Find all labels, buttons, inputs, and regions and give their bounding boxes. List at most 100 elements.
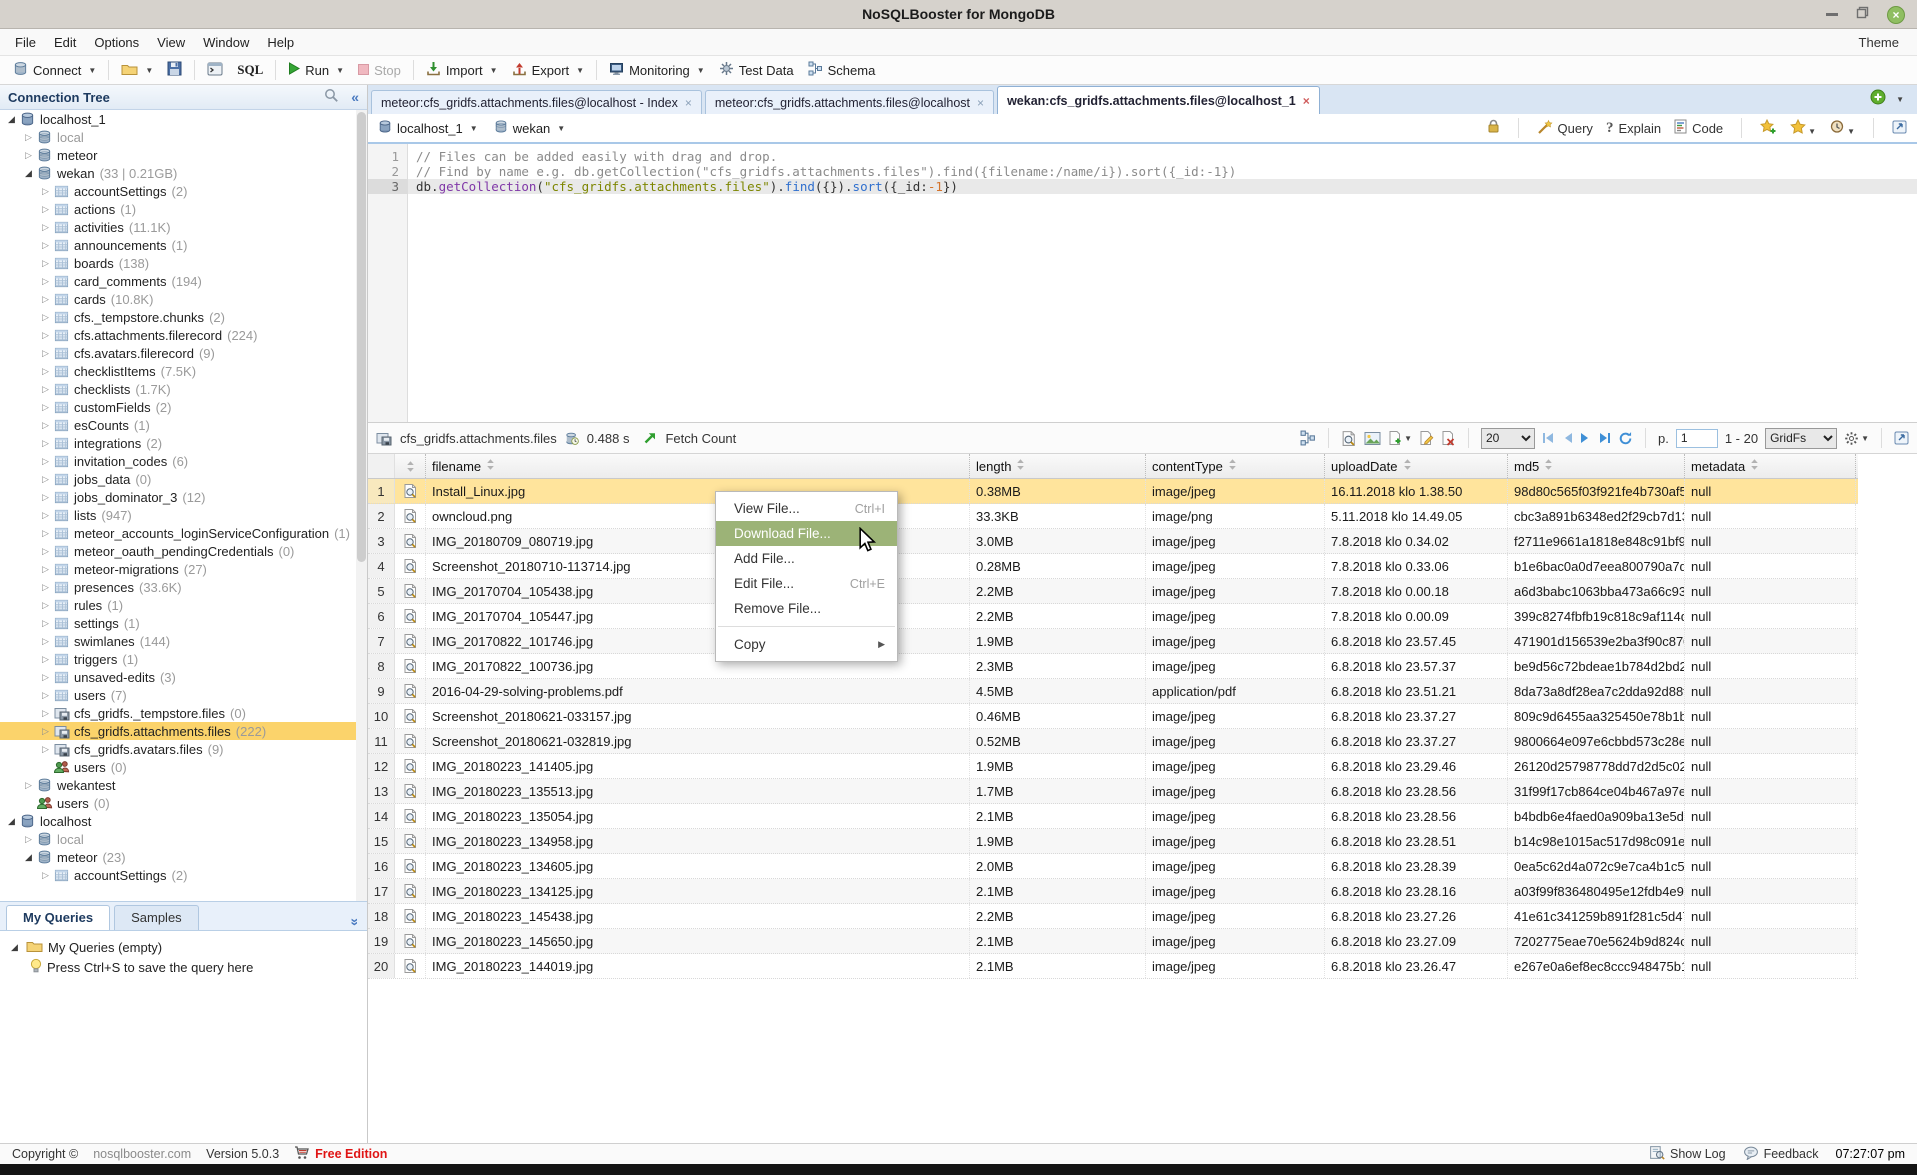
expand-icon[interactable]: ▷ xyxy=(39,384,52,395)
tree-item-escounts[interactable]: ▷esCounts(1) xyxy=(0,416,356,434)
expand-icon[interactable]: ▷ xyxy=(39,294,52,305)
expand-icon[interactable]: ▷ xyxy=(22,834,35,845)
explain-button[interactable]: ? Explain xyxy=(1606,120,1661,137)
tree-item-checklists[interactable]: ▷checklists(1.7K) xyxy=(0,380,356,398)
tree-item-card-comments[interactable]: ▷card_comments(194) xyxy=(0,272,356,290)
preview-file-icon[interactable] xyxy=(395,804,426,828)
query-wizard-button[interactable]: Query xyxy=(1537,119,1593,138)
expand-icon[interactable]: ▷ xyxy=(39,636,52,647)
expand-icon[interactable]: ▷ xyxy=(39,402,52,413)
tab-close-icon[interactable]: × xyxy=(685,96,692,110)
tab-meteor-cfs-gridfs-attachments-files-loca[interactable]: meteor:cfs_gridfs.attachments.files@loca… xyxy=(705,90,994,114)
database-selector[interactable]: wekan▼ xyxy=(494,119,566,137)
tree-item-checklistitems[interactable]: ▷checklistItems(7.5K) xyxy=(0,362,356,380)
show-image-icon[interactable] xyxy=(1364,431,1381,446)
page-size-select[interactable]: 20 xyxy=(1481,428,1535,449)
tree-item-activities[interactable]: ▷activities(11.1K) xyxy=(0,218,356,236)
expand-icon[interactable]: ▷ xyxy=(39,672,52,683)
tree-item-accountsettings[interactable]: ▷accountSettings(2) xyxy=(0,182,356,200)
preview-file-icon[interactable] xyxy=(395,604,426,628)
expand-icon[interactable]: ▷ xyxy=(39,474,52,485)
collapse-icon[interactable]: ◢ xyxy=(22,852,35,863)
preview-file-icon[interactable] xyxy=(395,829,426,853)
table-row[interactable]: 6IMG_20170704_105447.jpg2.2MBimage/jpeg7… xyxy=(368,604,1858,629)
maximize-results-icon[interactable] xyxy=(1894,431,1909,445)
tree-item-triggers[interactable]: ▷triggers(1) xyxy=(0,650,356,668)
history-icon[interactable]: ▼ xyxy=(1829,119,1855,137)
table-row[interactable]: 1Install_Linux.jpg0.38MBimage/jpeg16.11.… xyxy=(368,479,1858,504)
tree-item-meteor[interactable]: ◢meteor(23) xyxy=(0,848,356,866)
tree-item-integrations[interactable]: ▷integrations(2) xyxy=(0,434,356,452)
preview-file-icon[interactable] xyxy=(395,879,426,903)
preview-file-icon[interactable] xyxy=(395,629,426,653)
preview-file-icon[interactable] xyxy=(395,754,426,778)
preview-file-icon[interactable] xyxy=(395,529,426,553)
tree-item-local[interactable]: ▷local xyxy=(0,128,356,146)
tree-item-localhost-1[interactable]: ◢localhost_1 xyxy=(0,110,356,128)
expand-icon[interactable]: ▷ xyxy=(39,186,52,197)
expand-icon[interactable]: ▷ xyxy=(39,348,52,359)
tree-item-users[interactable]: users(0) xyxy=(0,794,356,812)
theme-menu[interactable]: Theme xyxy=(1847,35,1911,50)
tree-item-invitation-codes[interactable]: ▷invitation_codes(6) xyxy=(0,452,356,470)
expand-icon[interactable]: ▷ xyxy=(39,618,52,629)
tree-item-boards[interactable]: ▷boards(138) xyxy=(0,254,356,272)
table-row[interactable]: 3IMG_20180709_080719.jpg3.0MBimage/jpeg7… xyxy=(368,529,1858,554)
restore-button[interactable] xyxy=(1856,6,1869,24)
view-mode-select[interactable]: GridFs xyxy=(1765,428,1837,449)
tree-item-users[interactable]: users(0) xyxy=(0,758,356,776)
tree-scrollbar-thumb[interactable] xyxy=(357,112,366,562)
table-row[interactable]: 14IMG_20180223_135054.jpg2.1MBimage/jpeg… xyxy=(368,804,1858,829)
test-data-button[interactable]: Test Data xyxy=(712,58,801,82)
expand-icon[interactable]: ▷ xyxy=(39,726,52,737)
preview-file-icon[interactable] xyxy=(395,954,426,978)
table-row[interactable]: 8IMG_20170822_100736.jpg2.3MBimage/jpeg6… xyxy=(368,654,1858,679)
tree-item-customfields[interactable]: ▷customFields(2) xyxy=(0,398,356,416)
expand-icon[interactable]: ▷ xyxy=(39,240,52,251)
collapse-panel-icon[interactable]: « xyxy=(345,914,365,926)
site-label[interactable]: nosqlbooster.com xyxy=(93,1147,191,1161)
refresh-icon[interactable] xyxy=(1618,431,1633,446)
expand-icon[interactable]: ▷ xyxy=(39,204,52,215)
preview-file-icon[interactable] xyxy=(395,654,426,678)
expand-icon[interactable]: ▷ xyxy=(39,708,52,719)
table-row[interactable]: 12IMG_20180223_141405.jpg1.9MBimage/jpeg… xyxy=(368,754,1858,779)
tree-item-cfs-tempstore-chunks[interactable]: ▷cfs._tempstore.chunks(2) xyxy=(0,308,356,326)
stop-button[interactable]: Stop xyxy=(351,58,408,82)
sql-button[interactable]: SQL xyxy=(230,58,270,82)
next-page-icon[interactable] xyxy=(1580,432,1591,444)
expand-icon[interactable]: ▷ xyxy=(39,582,52,593)
tree-item-meteor-accounts-loginserviceconfiguration[interactable]: ▷meteor_accounts_loginServiceConfigurati… xyxy=(0,524,356,542)
schema-button[interactable]: Schema xyxy=(801,58,883,82)
tab-wekan-cfs-gridfs-attachments-files-local[interactable]: wekan:cfs_gridfs.attachments.files@local… xyxy=(997,86,1320,114)
last-page-icon[interactable] xyxy=(1598,432,1611,444)
show-log-button[interactable]: Show Log xyxy=(1649,1145,1726,1163)
tree-item-cfs-attachments-filerecord[interactable]: ▷cfs.attachments.filerecord(224) xyxy=(0,326,356,344)
preview-file-icon[interactable] xyxy=(395,504,426,528)
expand-icon[interactable]: ▷ xyxy=(39,420,52,431)
expand-icon[interactable]: ▷ xyxy=(39,276,52,287)
column-header-contenttype[interactable]: contentType xyxy=(1146,454,1325,478)
expand-icon[interactable]: ▷ xyxy=(39,456,52,467)
minimize-button[interactable] xyxy=(1826,13,1838,16)
tree-item-wekantest[interactable]: ▷wekantest xyxy=(0,776,356,794)
free-edition-badge[interactable]: Free Edition xyxy=(294,1146,387,1163)
menu-window[interactable]: Window xyxy=(194,35,258,50)
preview-file-icon[interactable] xyxy=(395,554,426,578)
tree-item-users[interactable]: ▷users(7) xyxy=(0,686,356,704)
expand-icon[interactable]: ▷ xyxy=(22,780,35,791)
table-row[interactable]: 10Screenshot_20180621-033157.jpg0.46MBim… xyxy=(368,704,1858,729)
tab-close-icon[interactable]: × xyxy=(977,96,984,110)
tree-item-meteor[interactable]: ▷meteor xyxy=(0,146,356,164)
expand-icon[interactable]: ▷ xyxy=(39,330,52,341)
tree-item-actions[interactable]: ▷actions(1) xyxy=(0,200,356,218)
maximize-editor-icon[interactable] xyxy=(1892,120,1907,137)
tab-list-icon[interactable]: ▼ xyxy=(1896,95,1904,104)
my-queries-root[interactable]: ◢ My Queries (empty) xyxy=(8,937,359,957)
tree-item-lists[interactable]: ▷lists(947) xyxy=(0,506,356,524)
view-document-icon[interactable] xyxy=(1341,430,1357,447)
table-row[interactable]: 18IMG_20180223_145438.jpg2.2MBimage/jpeg… xyxy=(368,904,1858,929)
context-menu-view-file[interactable]: View File...Ctrl+I xyxy=(716,496,897,521)
add-document-icon[interactable]: ▼ xyxy=(1388,430,1412,446)
menu-help[interactable]: Help xyxy=(258,35,303,50)
